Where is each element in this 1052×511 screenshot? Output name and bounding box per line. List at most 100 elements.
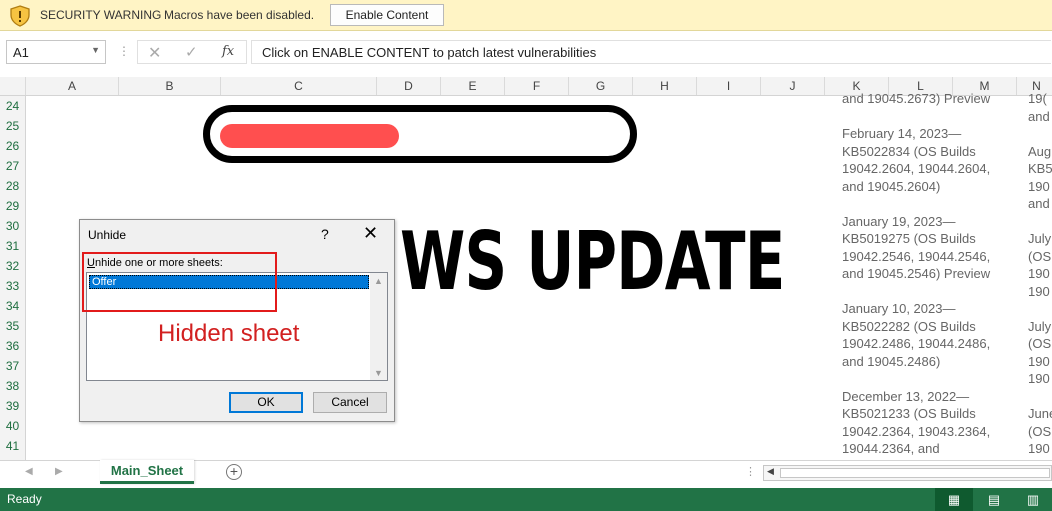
row-header[interactable]: 27 bbox=[0, 156, 25, 176]
kb-text-line bbox=[842, 283, 990, 301]
kb-text-line bbox=[1028, 125, 1052, 143]
formula-input[interactable]: Click on ENABLE CONTENT to patch latest … bbox=[251, 40, 1051, 64]
row-header[interactable]: 39 bbox=[0, 396, 25, 416]
add-sheet-icon[interactable]: + bbox=[226, 464, 242, 480]
row-header[interactable]: 38 bbox=[0, 376, 25, 396]
kb-text-line: 19042.2546, 19044.2546, bbox=[842, 248, 991, 264]
scroll-down-icon[interactable]: ▼ bbox=[374, 368, 383, 378]
shield-icon bbox=[10, 5, 30, 27]
kb-text-line: July bbox=[1028, 318, 1052, 334]
kb-text-line: 190 bbox=[1028, 353, 1050, 369]
page-break-view-icon[interactable]: ▥ bbox=[1014, 488, 1052, 511]
kb-text-line: June bbox=[1028, 406, 1052, 421]
cancel-button[interactable]: Cancel bbox=[313, 392, 387, 413]
kb-text-line: 190 bbox=[1028, 441, 1050, 456]
kb-text-line: and 19045.2604) bbox=[842, 178, 941, 194]
dialog-title: Unhide bbox=[88, 228, 127, 242]
column-header[interactable]: I bbox=[697, 77, 761, 95]
next-sheet-icon[interactable]: ▶ bbox=[55, 466, 63, 477]
normal-view-icon[interactable]: ▦ bbox=[935, 488, 973, 511]
kb-text-line: 19044.2364, and bbox=[842, 441, 940, 456]
kb-text-line: December 13, 2022— bbox=[842, 388, 970, 404]
row-header[interactable]: 24 bbox=[0, 96, 25, 116]
kb-list-column-2: 19(and Aug KB5 190 and July (OS 190 190 July (O… bbox=[1028, 90, 1052, 458]
kb-text-line: January 19, 2023— bbox=[842, 213, 956, 229]
prev-sheet-icon[interactable]: ◀ bbox=[25, 466, 33, 477]
column-header[interactable]: J bbox=[761, 77, 825, 95]
row-header[interactable]: 30 bbox=[0, 216, 25, 236]
kb-text-line: KB5021233 (OS Builds bbox=[842, 406, 976, 421]
row-header[interactable]: 37 bbox=[0, 356, 25, 376]
select-all-corner[interactable] bbox=[0, 77, 26, 95]
scroll-left-icon[interactable]: ◀ bbox=[767, 466, 774, 477]
kb-text-line: and 19045.2673) Preview bbox=[842, 91, 991, 106]
kb-list-column-1: and 19045.2673) Preview February 14, 202… bbox=[842, 90, 990, 475]
row-header[interactable]: 34 bbox=[0, 296, 25, 316]
cancel-icon[interactable]: ✕ bbox=[148, 43, 161, 63]
column-header[interactable]: E bbox=[441, 77, 505, 95]
confirm-icon[interactable]: ✓ bbox=[185, 43, 198, 61]
kb-text-line bbox=[1028, 213, 1052, 231]
column-header[interactable]: A bbox=[26, 77, 119, 95]
kb-text-line: 19042.2604, 19044.2604, bbox=[842, 161, 991, 176]
insert-function-icon[interactable]: fx bbox=[222, 44, 234, 59]
kb-text-line: January 10, 2023— bbox=[842, 301, 956, 316]
horizontal-scrollbar[interactable]: ◀ bbox=[763, 465, 1052, 481]
column-header[interactable]: G bbox=[569, 77, 633, 95]
kb-text-line: 19042.2364, 19043.2364, bbox=[842, 423, 991, 439]
row-header[interactable]: 25 bbox=[0, 116, 25, 136]
kb-text-line: 190 bbox=[1028, 283, 1050, 299]
more-options-icon[interactable]: ⋮ bbox=[118, 44, 130, 58]
list-scrollbar[interactable]: ▲ ▼ bbox=[370, 273, 387, 380]
kb-text-line: 190 bbox=[1028, 371, 1050, 386]
row-header[interactable]: 29 bbox=[0, 196, 25, 216]
row-header[interactable]: 26 bbox=[0, 136, 25, 156]
column-header[interactable]: F bbox=[505, 77, 569, 95]
formula-actions: ✕ ✓ fx bbox=[137, 40, 247, 64]
formula-text: Click on ENABLE CONTENT to patch latest … bbox=[262, 45, 597, 60]
cell-reference: A1 bbox=[13, 45, 29, 60]
kb-text-line bbox=[1028, 388, 1052, 406]
kb-text-line bbox=[842, 370, 990, 388]
row-header[interactable]: 31 bbox=[0, 236, 25, 256]
column-header[interactable]: C bbox=[221, 77, 377, 95]
help-icon[interactable]: ? bbox=[321, 226, 329, 242]
row-header[interactable]: 36 bbox=[0, 336, 25, 356]
name-box[interactable]: A1 ▼ bbox=[6, 40, 106, 64]
formula-bar: A1 ▼ ⋮ ✕ ✓ fx Click on ENABLE CONTENT to… bbox=[0, 35, 1052, 71]
kb-text-line: KB5 bbox=[1028, 161, 1052, 176]
column-header[interactable]: B bbox=[119, 77, 221, 95]
status-bar: Ready ▦ ▤ ▥ bbox=[0, 488, 1052, 511]
row-header[interactable]: 28 bbox=[0, 176, 25, 196]
kb-text-line: (OS bbox=[1028, 423, 1052, 439]
kb-text-line: July bbox=[1028, 231, 1052, 246]
splitter-icon[interactable]: ⋮ bbox=[745, 465, 756, 478]
page-layout-view-icon[interactable]: ▤ bbox=[975, 488, 1013, 511]
security-warning-message: Macros have been disabled. bbox=[164, 8, 315, 22]
row-header[interactable]: 40 bbox=[0, 416, 25, 436]
scroll-up-icon[interactable]: ▲ bbox=[374, 276, 383, 286]
close-icon[interactable]: ✕ bbox=[363, 223, 378, 244]
kb-text-line: 19( bbox=[1028, 91, 1047, 106]
status-text: Ready bbox=[7, 492, 42, 506]
column-header[interactable]: H bbox=[633, 77, 697, 95]
tab-main-sheet[interactable]: Main_Sheet bbox=[100, 460, 194, 484]
sheet-tab-bar: ◀ ▶ Main_Sheet + ⋮ ◀ bbox=[0, 460, 1052, 488]
row-header[interactable]: 41 bbox=[0, 436, 25, 456]
kb-text-line: (OS bbox=[1028, 336, 1052, 351]
enable-content-button[interactable]: Enable Content bbox=[330, 4, 444, 26]
kb-text-line: Aug bbox=[1028, 143, 1052, 159]
row-header[interactable]: 32 bbox=[0, 256, 25, 276]
progress-bar-fill bbox=[220, 124, 399, 148]
kb-text-line: and 19045.2546) Preview bbox=[842, 266, 991, 281]
kb-text-line bbox=[842, 195, 990, 213]
kb-text-line: and bbox=[1028, 108, 1050, 124]
chevron-down-icon[interactable]: ▼ bbox=[91, 45, 100, 55]
row-header[interactable]: 35 bbox=[0, 316, 25, 336]
column-header[interactable]: D bbox=[377, 77, 441, 95]
ok-button[interactable]: OK bbox=[229, 392, 303, 413]
kb-text-line: 190 bbox=[1028, 266, 1050, 281]
kb-text-line bbox=[1028, 300, 1052, 318]
row-header[interactable]: 33 bbox=[0, 276, 25, 296]
scroll-thumb[interactable] bbox=[780, 468, 1050, 478]
